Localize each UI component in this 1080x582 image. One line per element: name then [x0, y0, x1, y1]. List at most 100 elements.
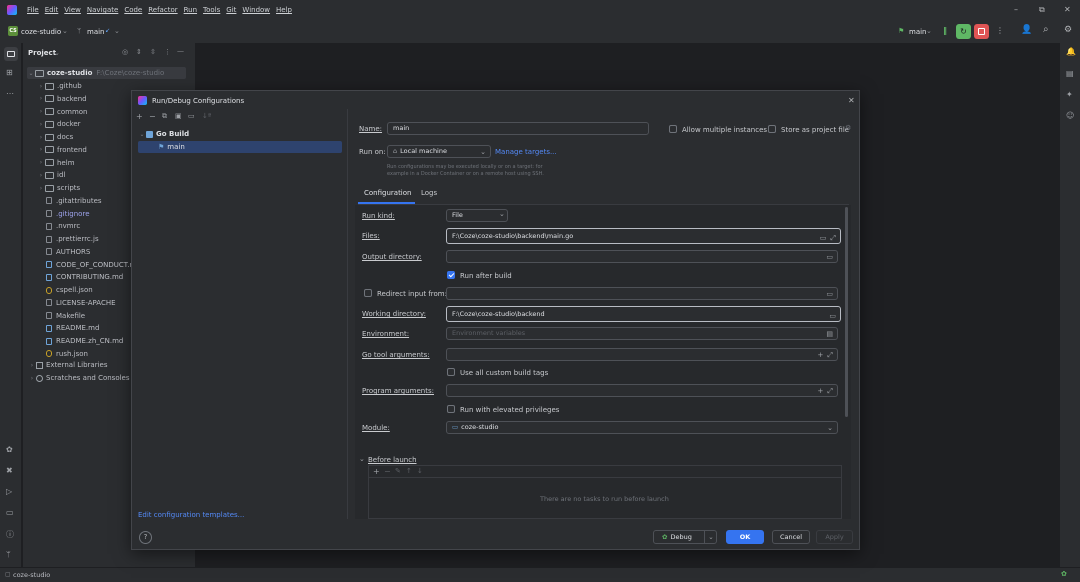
chevron-down-icon[interactable]: ⌄ [359, 455, 365, 463]
menu-edit[interactable]: Edit [45, 6, 59, 14]
folder-icon[interactable]: ▭ [820, 231, 827, 243]
tree-item[interactable]: › docs [37, 131, 73, 143]
expand-icon[interactable]: ⤢ [830, 231, 836, 243]
add-icon[interactable]: + [373, 467, 380, 476]
ai-assistant-icon[interactable]: ✦ [1066, 90, 1073, 99]
tree-item[interactable]: cspell.json [45, 284, 93, 296]
chevron-right-icon[interactable]: › [37, 95, 45, 102]
tab-configuration[interactable]: Configuration [364, 189, 411, 197]
tree-item[interactable]: .nvmrc [45, 220, 80, 232]
allow-multiple-checkbox[interactable] [669, 125, 677, 133]
tree-item[interactable]: AUTHORS [45, 246, 90, 258]
problems-icon[interactable]: ⓘ [6, 529, 14, 540]
program-args-field[interactable]: + ⤢ [446, 384, 838, 397]
go-tool-args-field[interactable]: + ⤢ [446, 348, 838, 361]
chevron-right-icon[interactable]: › [37, 146, 45, 153]
settings-icon[interactable]: ⚙ [845, 124, 851, 132]
folder-icon[interactable]: ▭ [826, 252, 833, 262]
status-update-icon[interactable]: ✿ [1061, 570, 1067, 578]
project-pane-title[interactable]: Project [28, 49, 56, 57]
scrollbar-thumb[interactable] [845, 207, 848, 417]
use-all-build-tags-checkbox[interactable] [447, 368, 455, 376]
tree-item[interactable]: › docker [37, 118, 81, 130]
chevron-right-icon[interactable]: › [37, 172, 45, 179]
env-edit-icon[interactable]: ▤ [826, 329, 833, 339]
remove-icon[interactable]: − [149, 112, 156, 121]
minimize-icon[interactable]: – [1014, 5, 1018, 14]
database-icon[interactable]: ▤ [1066, 69, 1074, 78]
add-user-icon[interactable]: 👤 [1021, 25, 1032, 35]
locate-icon[interactable]: ◎ [122, 48, 128, 56]
chevron-right-icon[interactable]: › [37, 108, 45, 115]
hide-icon[interactable]: — [177, 47, 184, 55]
tree-item[interactable]: CONTRIBUTING.md [45, 271, 123, 283]
tree-scratches[interactable]: › Scratches and Consoles [28, 372, 130, 384]
branch-name[interactable]: main [87, 28, 105, 36]
edit-templates-link[interactable]: Edit configuration templates... [138, 511, 244, 519]
working-dir-field[interactable]: F:\Coze\coze-studio\backend ▭ [446, 306, 841, 322]
menu-help[interactable]: Help [276, 6, 292, 14]
tree-item[interactable]: CODE_OF_CONDUCT.md [45, 259, 141, 271]
notifications-icon[interactable]: 🔔 [1066, 47, 1076, 56]
search-icon[interactable]: ⌕ [1043, 24, 1049, 35]
project-badge[interactable]: CS [8, 26, 18, 36]
menu-view[interactable]: View [64, 6, 81, 14]
tree-item[interactable]: README.md [45, 322, 99, 334]
sort-icon[interactable]: ↓ª [202, 112, 211, 120]
tree-item[interactable]: › helm [37, 157, 75, 169]
project-tool-icon[interactable] [4, 47, 18, 61]
menu-tools[interactable]: Tools [203, 6, 220, 14]
tree-item[interactable]: .gitattributes [45, 195, 102, 207]
files-field[interactable]: F:\Coze\coze-studio\backend\main.go ▭ ⤢ [446, 228, 841, 244]
chevron-right-icon[interactable]: › [37, 185, 45, 192]
close-window-icon[interactable]: ✕ [1064, 5, 1071, 14]
close-icon[interactable]: ✕ [848, 96, 855, 105]
run-icon[interactable]: ▷ [6, 487, 12, 496]
expand-icon[interactable]: ⤢ [827, 386, 833, 396]
redirect-input-field[interactable]: ▭ [446, 287, 838, 300]
add-icon[interactable]: + [136, 112, 143, 121]
structure-icon[interactable]: ⊞ [6, 68, 13, 77]
status-project-name[interactable]: coze-studio [13, 571, 50, 579]
stop-button[interactable] [974, 24, 989, 39]
git-icon[interactable]: ᛘ [6, 550, 11, 559]
chevron-right-icon[interactable]: › [37, 134, 45, 141]
output-dir-field[interactable]: ▭ [446, 250, 838, 263]
save-icon[interactable]: ▣ [175, 112, 182, 120]
options-icon[interactable]: ⋮ [164, 48, 171, 56]
menu-code[interactable]: Code [124, 6, 142, 14]
tree-item[interactable]: › idl [37, 169, 66, 181]
run-after-build-checkbox[interactable] [447, 271, 455, 279]
folder-icon[interactable]: ▭ [188, 112, 195, 120]
tab-logs[interactable]: Logs [421, 189, 437, 197]
tree-item[interactable]: .prettierrc.js [45, 233, 99, 245]
apply-button[interactable]: Apply [816, 530, 853, 544]
chevron-right-icon[interactable]: › [37, 83, 45, 90]
settings-icon[interactable]: ⚙ [1064, 25, 1072, 35]
services-icon[interactable]: ✖ [6, 466, 13, 475]
tree-item[interactable]: › common [37, 106, 88, 118]
pause-icon[interactable]: ‖ [943, 26, 947, 35]
menu-file[interactable]: File [27, 6, 39, 14]
menu-refactor[interactable]: Refactor [148, 6, 177, 14]
debug-icon[interactable]: ✿ [6, 445, 13, 454]
tree-item[interactable]: › .github [37, 80, 82, 92]
run-elevated-checkbox[interactable] [447, 405, 455, 413]
more-horizontal-icon[interactable]: ⋯ [6, 89, 14, 98]
terminal-icon[interactable]: ▭ [6, 508, 14, 517]
manage-targets-link[interactable]: Manage targets... [495, 148, 557, 156]
restore-icon[interactable]: ⧉ [1039, 5, 1045, 15]
debug-button[interactable]: ✿ Debug ⌄ [653, 530, 717, 544]
run-on-select[interactable]: ⌂ Local machine ⌄ [387, 145, 491, 158]
menu-navigate[interactable]: Navigate [87, 6, 118, 14]
run-config-name[interactable]: main [909, 28, 927, 36]
tree-item[interactable]: › backend [37, 93, 87, 105]
tree-item[interactable]: Makefile [45, 310, 85, 322]
tree-item[interactable]: › frontend [37, 144, 87, 156]
more-vertical-icon[interactable]: ⋮ [996, 26, 1004, 35]
tree-item[interactable]: LICENSE-APACHE [45, 297, 116, 309]
expand-all-icon[interactable]: ⇕ [136, 48, 142, 56]
add-icon[interactable]: + [818, 350, 824, 360]
tree-item[interactable]: › scripts [37, 182, 80, 194]
tree-go-build[interactable]: ⌄ Go Build [138, 128, 189, 140]
